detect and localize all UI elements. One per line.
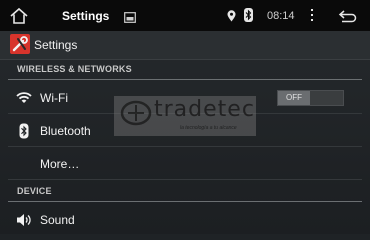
bluetooth-icon <box>19 123 29 139</box>
setting-label: Wi-Fi <box>40 91 68 105</box>
setting-row-sound[interactable]: Sound <box>0 203 370 234</box>
bluetooth-icon <box>244 8 253 22</box>
screenshot-button[interactable] <box>124 10 136 23</box>
home-icon <box>10 7 28 24</box>
overflow-menu-button[interactable] <box>307 8 317 22</box>
overflow-menu-icon <box>311 9 313 21</box>
row-divider <box>8 179 362 180</box>
bluetooth-icon-wrap <box>16 123 32 139</box>
action-bar: Settings <box>0 31 370 60</box>
settings-app-icon <box>10 34 30 54</box>
speaker-icon-wrap <box>16 212 32 228</box>
home-button[interactable] <box>8 6 30 26</box>
wifi-icon <box>16 92 32 103</box>
toggle-state: OFF <box>286 93 302 102</box>
location-pin-icon <box>227 10 236 22</box>
section-divider <box>8 201 362 202</box>
section-label: WIRELESS & NETWORKS <box>17 64 132 74</box>
clock: 08:14 <box>267 10 295 22</box>
location-status <box>227 9 236 22</box>
speaker-icon <box>17 214 31 226</box>
wifi-toggle[interactable]: OFF <box>277 90 344 106</box>
status-bar: Settings 08:14 <box>0 0 370 31</box>
setting-label: Sound <box>40 213 75 227</box>
back-arrow-icon <box>338 10 357 23</box>
screenshot-icon <box>124 12 136 23</box>
watermark-tagline: la tecnología a tu alcance <box>180 125 237 131</box>
settings-app-button[interactable] <box>10 34 30 54</box>
watermark: tradetec la tecnología a tu alcance <box>114 96 256 136</box>
watermark-name: tradetec <box>154 97 255 122</box>
page-title: Settings <box>34 38 78 52</box>
section-label: DEVICE <box>17 186 52 196</box>
setting-label: Bluetooth <box>40 124 91 138</box>
watermark-logo-icon <box>120 100 152 126</box>
wifi-icon-wrap <box>16 90 32 106</box>
setting-label: More… <box>40 157 80 171</box>
section-divider <box>8 79 362 80</box>
section-header-device: DEVICE <box>0 182 370 202</box>
status-title: Settings <box>62 9 110 23</box>
section-header-wireless: WIRELESS & NETWORKS <box>0 60 370 80</box>
settings-screen: Settings 08:14 Settings WIRELESS & NETWO… <box>0 0 370 234</box>
bluetooth-status <box>244 8 253 22</box>
setting-row-more[interactable]: More… <box>0 147 370 180</box>
back-button[interactable] <box>337 8 359 24</box>
